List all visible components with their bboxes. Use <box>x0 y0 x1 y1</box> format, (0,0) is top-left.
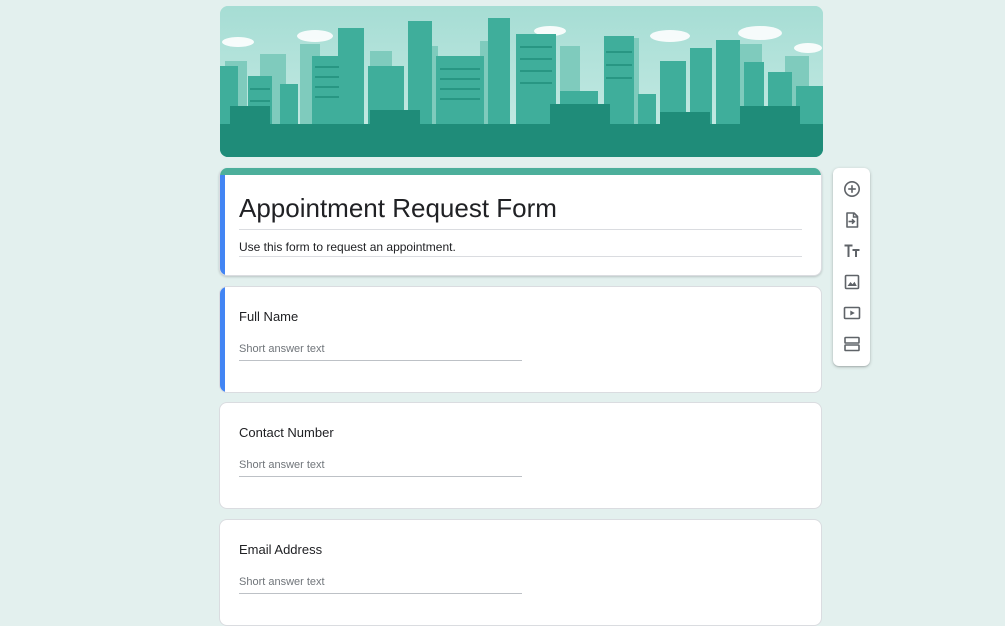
active-card-indicator <box>220 287 225 392</box>
short-answer-field: Short answer text <box>239 457 522 477</box>
question-card-email-address[interactable]: Email Address Short answer text <box>219 519 822 626</box>
add-video-button[interactable] <box>839 300 864 325</box>
question-title[interactable]: Full Name <box>239 308 298 326</box>
question-card-contact-number[interactable]: Contact Number Short answer text <box>219 402 822 509</box>
theme-color-strip <box>220 168 821 175</box>
description-field-underline <box>239 256 802 257</box>
import-questions-icon <box>845 211 858 228</box>
add-title-and-description-button[interactable] <box>839 238 864 263</box>
floating-toolbar <box>833 168 870 366</box>
short-answer-field: Short answer text <box>239 341 522 361</box>
header-banner-image <box>220 6 823 157</box>
question-card-full-name[interactable]: Full Name Short answer text <box>219 286 822 393</box>
import-questions-button[interactable] <box>839 207 864 232</box>
add-question-icon <box>843 180 860 197</box>
form-title-card[interactable]: Appointment Request Form Use this form t… <box>219 168 822 276</box>
add-image-icon <box>844 274 859 289</box>
question-title[interactable]: Email Address <box>239 541 322 559</box>
add-title-text-icon <box>844 244 859 257</box>
question-title[interactable]: Contact Number <box>239 424 334 442</box>
active-card-indicator <box>220 175 225 275</box>
short-answer-field: Short answer text <box>239 574 522 594</box>
form-title[interactable]: Appointment Request Form <box>239 192 557 224</box>
add-image-button[interactable] <box>839 269 864 294</box>
city-skyline-illustration <box>220 6 823 157</box>
title-field-underline <box>239 229 802 230</box>
add-section-button[interactable] <box>839 331 864 356</box>
add-question-button[interactable] <box>839 176 864 201</box>
add-video-icon <box>843 306 860 319</box>
form-description[interactable]: Use this form to request an appointment. <box>239 239 456 255</box>
add-section-icon <box>843 336 860 351</box>
